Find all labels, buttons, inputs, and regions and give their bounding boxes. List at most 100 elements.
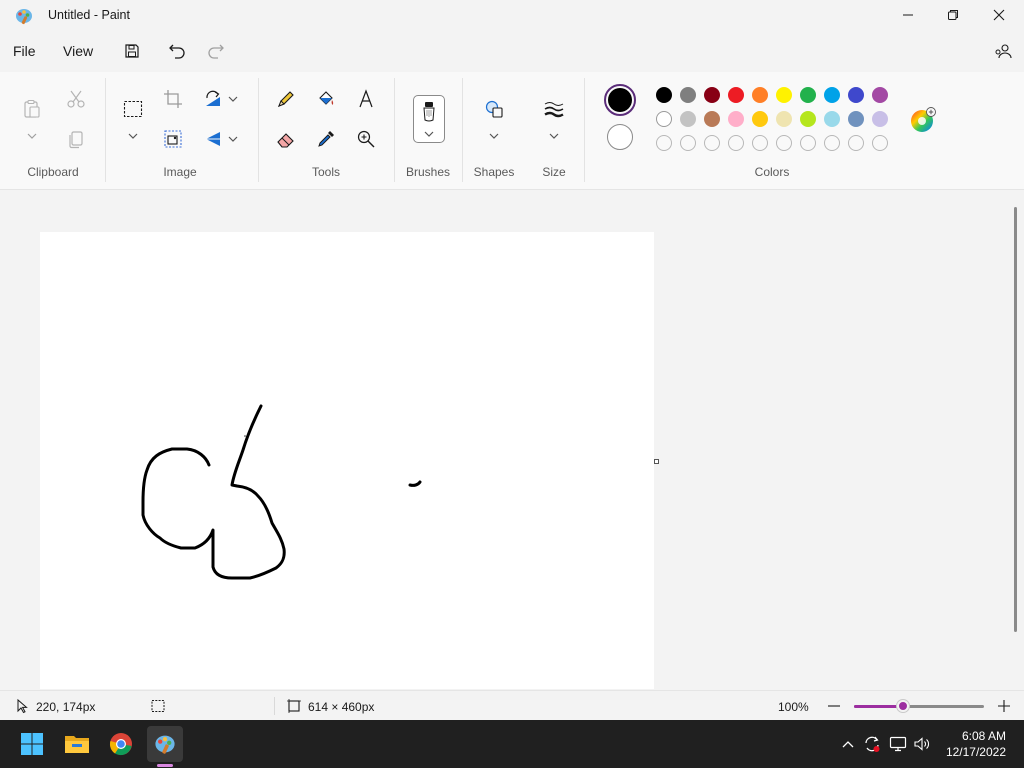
crop-button[interactable] (158, 84, 188, 114)
color-swatch[interactable] (872, 111, 888, 127)
close-button[interactable] (976, 0, 1022, 30)
color-swatch[interactable] (656, 87, 672, 103)
vertical-scrollbar[interactable] (1014, 207, 1017, 632)
paint-app-icon (16, 9, 32, 25)
undo-button[interactable] (164, 40, 190, 62)
resize-button[interactable] (158, 124, 188, 154)
share-button[interactable] (990, 40, 1016, 62)
color-swatch[interactable] (824, 111, 840, 127)
text-button[interactable] (351, 84, 381, 114)
fill-button[interactable] (311, 84, 341, 114)
file-explorer-button[interactable] (59, 726, 95, 762)
zoom-slider-thumb[interactable] (897, 700, 910, 712)
color-swatch[interactable] (776, 111, 792, 127)
flip-button[interactable] (198, 124, 228, 154)
zoom-slider[interactable] (854, 700, 984, 712)
chrome-button[interactable] (103, 726, 139, 762)
color-swatch[interactable] (752, 87, 768, 103)
title-bar: Untitled - Paint (0, 0, 1024, 32)
crop-icon (164, 90, 182, 108)
sync-icon (865, 736, 880, 752)
zoom-level[interactable]: 100% (778, 700, 809, 714)
rectangle-select-icon (123, 100, 143, 118)
canvas-resize-handle[interactable] (654, 459, 659, 464)
rotate-chevron-icon[interactable] (228, 95, 238, 103)
minimize-button[interactable] (885, 0, 931, 30)
menu-view[interactable]: View (63, 43, 93, 59)
primary-color-button[interactable] (604, 84, 636, 116)
custom-color-slot[interactable] (776, 135, 792, 151)
clock-date: 12/17/2022 (945, 745, 1006, 759)
network-button[interactable] (888, 734, 908, 754)
select-button[interactable] (118, 94, 148, 124)
size-button[interactable] (539, 94, 569, 124)
taskbar-clock[interactable]: 6:08 AM 12/17/2022 (946, 728, 1006, 760)
color-swatch[interactable] (848, 111, 864, 127)
brushes-button[interactable] (413, 95, 445, 143)
select-chevron-icon[interactable] (128, 132, 138, 140)
chevron-up-icon (842, 741, 854, 748)
custom-color-slot[interactable] (704, 135, 720, 151)
color-swatch[interactable] (872, 87, 888, 103)
sync-status-button[interactable] (862, 734, 882, 754)
edit-colors-button[interactable] (910, 107, 936, 133)
color-swatch[interactable] (680, 87, 696, 103)
save-icon (125, 44, 139, 58)
custom-color-slot[interactable] (848, 135, 864, 151)
eraser-button[interactable] (271, 124, 301, 154)
group-label-image: Image (163, 165, 197, 179)
magnifier-button[interactable] (351, 124, 381, 154)
size-chevron-icon[interactable] (549, 132, 559, 140)
group-label-colors: Colors (754, 165, 790, 179)
color-swatch[interactable] (680, 111, 696, 127)
eyedropper-icon (318, 131, 334, 147)
window-title: Untitled - Paint (48, 8, 130, 22)
color-swatch[interactable] (800, 87, 816, 103)
color-swatch[interactable] (752, 111, 768, 127)
menu-file[interactable]: File (13, 43, 36, 59)
color-swatch[interactable] (704, 111, 720, 127)
custom-color-slot[interactable] (680, 135, 696, 151)
color-swatch[interactable] (704, 87, 720, 103)
drawing-canvas[interactable] (40, 232, 654, 689)
ribbon-divider (258, 78, 259, 182)
start-button[interactable] (14, 726, 50, 762)
custom-color-slot[interactable] (824, 135, 840, 151)
ribbon-divider (584, 78, 585, 182)
custom-color-slot[interactable] (656, 135, 672, 151)
paint-taskbar-button[interactable] (147, 726, 183, 762)
color-swatch[interactable] (728, 111, 744, 127)
custom-color-slot[interactable] (728, 135, 744, 151)
color-swatch[interactable] (800, 111, 816, 127)
shapes-button[interactable] (479, 94, 509, 124)
custom-color-slot[interactable] (800, 135, 816, 151)
color-swatch[interactable] (848, 87, 864, 103)
start-icon (21, 733, 43, 755)
rotate-icon (206, 90, 220, 106)
zoom-out-icon[interactable] (826, 698, 842, 714)
flip-chevron-icon[interactable] (228, 135, 238, 143)
undo-icon (169, 44, 185, 59)
copy-button[interactable] (61, 124, 91, 154)
volume-button[interactable] (912, 734, 932, 754)
color-picker-button[interactable] (311, 124, 341, 154)
save-button[interactable] (119, 40, 145, 62)
rotate-button[interactable] (198, 84, 228, 114)
color-swatch[interactable] (728, 87, 744, 103)
pencil-button[interactable] (271, 84, 301, 114)
paste-button[interactable] (17, 94, 47, 124)
color-swatch[interactable] (824, 87, 840, 103)
restore-button[interactable] (930, 0, 976, 30)
secondary-color-button[interactable] (607, 124, 633, 150)
zoom-in-plus-icon[interactable] (996, 698, 1012, 714)
shapes-chevron-icon[interactable] (489, 132, 499, 140)
cut-button[interactable] (61, 84, 91, 114)
color-swatch[interactable] (656, 111, 672, 127)
ribbon-divider (394, 78, 395, 182)
redo-button[interactable] (203, 40, 229, 62)
color-swatch[interactable] (776, 87, 792, 103)
tray-overflow-button[interactable] (838, 734, 858, 754)
custom-color-slot[interactable] (752, 135, 768, 151)
custom-color-slot[interactable] (872, 135, 888, 151)
paste-chevron-icon[interactable] (27, 132, 37, 140)
